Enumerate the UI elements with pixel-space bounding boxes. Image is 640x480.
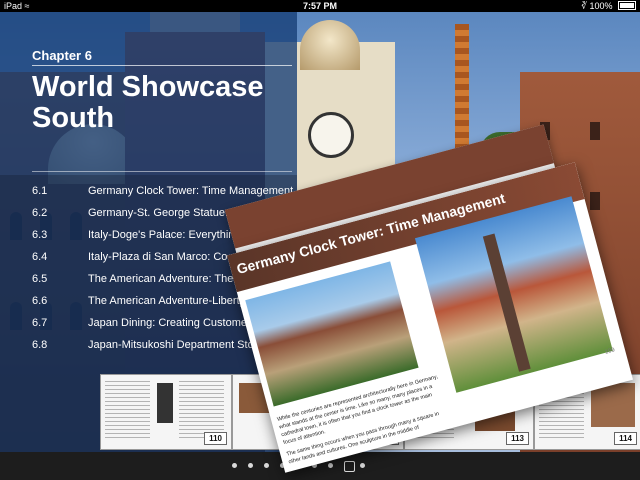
toc-title: Germany Clock Tower: Time Management <box>88 185 294 197</box>
page-preview-number: 109 <box>604 347 616 356</box>
toc-title: The American Adventure-Liberty <box>88 295 246 307</box>
status-bar: iPad ≈ 7:57 PM ∛ 100% <box>0 0 640 12</box>
chapter-title: World Showcase South <box>32 71 264 134</box>
toc-number: 6.4 <box>32 251 48 263</box>
toc-number: 6.2 <box>32 207 48 219</box>
status-time: 7:57 PM <box>302 1 337 11</box>
page-dot[interactable] <box>232 463 237 468</box>
divider <box>32 65 292 66</box>
page-dot[interactable] <box>264 463 269 468</box>
toc-number: 6.7 <box>32 317 48 329</box>
divider <box>32 171 292 172</box>
toc-title: The American Adventure: The <box>88 273 234 285</box>
battery-icon <box>618 1 636 11</box>
page-dot[interactable] <box>248 463 253 468</box>
page-dot[interactable] <box>360 463 365 468</box>
toc-number: 6.6 <box>32 295 48 307</box>
toc-number: 6.3 <box>32 229 48 241</box>
bluetooth-icon: ∛ <box>581 1 587 11</box>
toc-title: Japan-Mitsukoshi Department Store <box>88 339 264 351</box>
chapter-label: Chapter 6 <box>32 48 92 63</box>
toc-number: 6.5 <box>32 273 48 285</box>
toc-number: 6.8 <box>32 339 48 351</box>
page-dot-active[interactable] <box>344 461 355 472</box>
toc-title: Japan Dining: Creating Customer <box>88 317 251 329</box>
status-right: ∛ 100% <box>581 0 636 12</box>
page-dot[interactable] <box>328 463 333 468</box>
toc-number: 6.1 <box>32 185 48 197</box>
toc-title: Italy-Plaza di San Marco: Co <box>88 251 228 263</box>
page-indicator[interactable] <box>232 461 432 472</box>
battery-percent: 100% <box>589 1 613 11</box>
